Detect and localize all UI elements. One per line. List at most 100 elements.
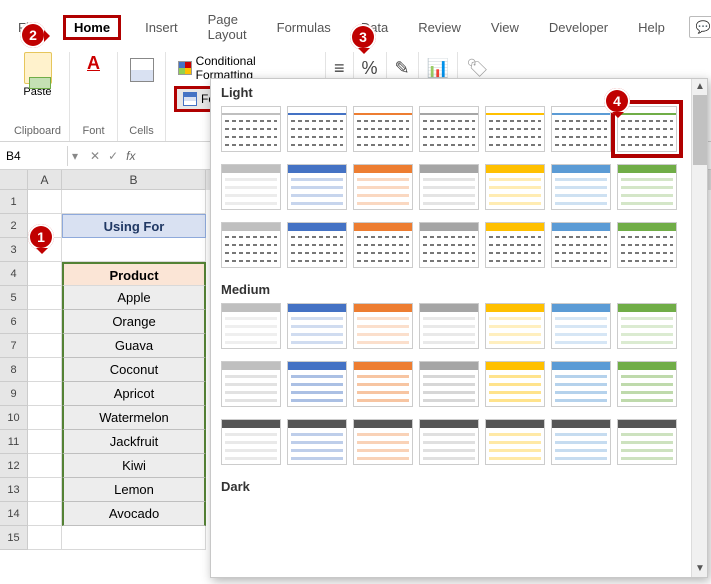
- tab-page-layout[interactable]: Page Layout: [202, 8, 253, 46]
- select-all-corner[interactable]: [0, 170, 28, 190]
- percent-icon[interactable]: %: [362, 58, 378, 79]
- cell[interactable]: [28, 526, 62, 550]
- row-header[interactable]: 14: [0, 502, 28, 526]
- table-style-swatch[interactable]: [287, 106, 347, 152]
- table-style-swatch[interactable]: [353, 361, 413, 407]
- cell[interactable]: Apricot: [62, 382, 206, 406]
- cell[interactable]: [28, 502, 62, 526]
- scroll-up-icon[interactable]: ▲: [692, 79, 708, 95]
- table-style-swatch[interactable]: [287, 361, 347, 407]
- cell[interactable]: Avocado: [62, 502, 206, 526]
- col-header-b[interactable]: B: [62, 170, 206, 190]
- cell[interactable]: Apple: [62, 286, 206, 310]
- table-style-swatch[interactable]: [617, 361, 677, 407]
- table-style-swatch[interactable]: [221, 303, 281, 349]
- table-style-swatch[interactable]: [485, 361, 545, 407]
- cell[interactable]: [28, 286, 62, 310]
- tab-formulas[interactable]: Formulas: [271, 16, 337, 39]
- table-style-swatch[interactable]: [419, 106, 479, 152]
- cell[interactable]: Guava: [62, 334, 206, 358]
- font-icon[interactable]: A: [87, 52, 100, 75]
- cell[interactable]: Lemon: [62, 478, 206, 502]
- table-style-swatch[interactable]: [287, 303, 347, 349]
- cell[interactable]: Using For: [62, 214, 206, 238]
- row-header[interactable]: 13: [0, 478, 28, 502]
- table-style-swatch[interactable]: [485, 303, 545, 349]
- comments-button[interactable]: 💬: [689, 16, 711, 38]
- row-header[interactable]: 3: [0, 238, 28, 262]
- cell[interactable]: [62, 526, 206, 550]
- tab-review[interactable]: Review: [412, 16, 467, 39]
- row-header[interactable]: 1: [0, 190, 28, 214]
- tab-insert[interactable]: Insert: [139, 16, 184, 39]
- table-style-swatch[interactable]: [485, 222, 545, 268]
- table-style-swatch[interactable]: [485, 419, 545, 465]
- analyze-icon[interactable]: 📊: [427, 58, 449, 79]
- cell[interactable]: [28, 310, 62, 334]
- paste-icon[interactable]: [24, 52, 52, 84]
- tab-home[interactable]: Home: [63, 15, 121, 40]
- scroll-thumb[interactable]: [693, 95, 707, 165]
- tab-help[interactable]: Help: [632, 16, 671, 39]
- enter-icon[interactable]: ✓: [108, 149, 118, 163]
- row-header[interactable]: 15: [0, 526, 28, 550]
- row-header[interactable]: 9: [0, 382, 28, 406]
- name-box[interactable]: B4: [0, 146, 68, 166]
- row-header[interactable]: 10: [0, 406, 28, 430]
- scroll-down-icon[interactable]: ▼: [692, 561, 708, 577]
- row-header[interactable]: 6: [0, 310, 28, 334]
- table-style-swatch[interactable]: [353, 419, 413, 465]
- cell[interactable]: [62, 238, 206, 262]
- table-style-swatch[interactable]: [419, 222, 479, 268]
- cell[interactable]: [28, 430, 62, 454]
- table-style-swatch[interactable]: [419, 303, 479, 349]
- cell[interactable]: [62, 190, 206, 214]
- table-style-swatch[interactable]: [551, 419, 611, 465]
- cell[interactable]: Coconut: [62, 358, 206, 382]
- table-style-swatch[interactable]: [551, 361, 611, 407]
- table-style-swatch[interactable]: [221, 361, 281, 407]
- table-style-swatch[interactable]: [617, 419, 677, 465]
- cell[interactable]: [28, 478, 62, 502]
- col-header-a[interactable]: A: [28, 170, 62, 190]
- row-header[interactable]: 2: [0, 214, 28, 238]
- cell[interactable]: Orange: [62, 310, 206, 334]
- fx-icon[interactable]: fx: [126, 149, 135, 163]
- row-header[interactable]: 7: [0, 334, 28, 358]
- gallery-scrollbar[interactable]: ▲ ▼: [691, 79, 707, 577]
- row-header[interactable]: 5: [0, 286, 28, 310]
- table-style-swatch[interactable]: [221, 106, 281, 152]
- table-style-swatch[interactable]: [221, 164, 281, 210]
- table-style-swatch[interactable]: [221, 222, 281, 268]
- row-header[interactable]: 12: [0, 454, 28, 478]
- name-box-chevron-icon[interactable]: ▾: [68, 149, 82, 163]
- table-style-swatch[interactable]: [287, 164, 347, 210]
- row-header[interactable]: 8: [0, 358, 28, 382]
- cell[interactable]: [28, 262, 62, 286]
- table-style-swatch[interactable]: [353, 106, 413, 152]
- cell[interactable]: [28, 358, 62, 382]
- cells-icon[interactable]: [130, 58, 154, 82]
- table-style-swatch[interactable]: [485, 106, 545, 152]
- tab-developer[interactable]: Developer: [543, 16, 614, 39]
- table-style-swatch[interactable]: [617, 106, 677, 152]
- table-style-swatch[interactable]: [551, 164, 611, 210]
- cell[interactable]: [28, 454, 62, 478]
- cell[interactable]: [28, 190, 62, 214]
- row-header[interactable]: 4: [0, 262, 28, 286]
- table-style-swatch[interactable]: [419, 361, 479, 407]
- cell[interactable]: Watermelon: [62, 406, 206, 430]
- cell[interactable]: [28, 334, 62, 358]
- table-style-swatch[interactable]: [551, 303, 611, 349]
- table-style-swatch[interactable]: [287, 222, 347, 268]
- table-style-swatch[interactable]: [617, 303, 677, 349]
- tab-view[interactable]: View: [485, 16, 525, 39]
- table-style-swatch[interactable]: [551, 106, 611, 152]
- editing-icon[interactable]: ✎: [395, 58, 410, 79]
- cell[interactable]: Jackfruit: [62, 430, 206, 454]
- table-style-swatch[interactable]: [353, 303, 413, 349]
- table-style-swatch[interactable]: [551, 222, 611, 268]
- cell[interactable]: Product: [62, 262, 206, 286]
- table-style-swatch[interactable]: [419, 164, 479, 210]
- table-style-swatch[interactable]: [617, 164, 677, 210]
